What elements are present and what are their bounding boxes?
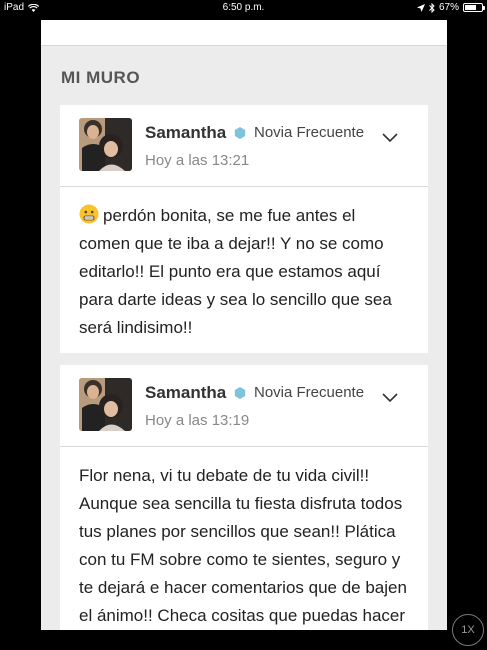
chevron-down-icon[interactable] bbox=[382, 133, 398, 143]
app-screen: MI MURO Samantha Novia Frecuente Hoy a l… bbox=[41, 20, 447, 630]
member-badge: Novia Frecuente bbox=[254, 384, 365, 401]
post-author[interactable]: Samantha bbox=[145, 123, 226, 143]
wall-post: Samantha Novia Frecuente Hoy a las 13:21… bbox=[60, 105, 428, 353]
member-badge: Novia Frecuente bbox=[254, 124, 365, 141]
post-timestamp: Hoy a las 13:19 bbox=[145, 412, 250, 429]
location-arrow-icon bbox=[416, 3, 425, 12]
bluetooth-icon bbox=[429, 2, 435, 13]
post-text: Flor nena, vi tu debate de tu vida civil… bbox=[79, 466, 407, 625]
battery-icon bbox=[463, 3, 485, 12]
post-timestamp: Hoy a las 13:21 bbox=[145, 152, 250, 169]
grimacing-emoji-icon bbox=[79, 204, 99, 224]
avatar[interactable] bbox=[79, 118, 132, 171]
top-strip bbox=[41, 20, 447, 46]
status-time: 6:50 p.m. bbox=[222, 2, 265, 13]
post-author[interactable]: Samantha bbox=[145, 383, 226, 403]
avatar[interactable] bbox=[79, 378, 132, 431]
section-title: MI MURO bbox=[61, 68, 141, 87]
status-bar: iPad 6:50 p.m. 67% bbox=[0, 0, 487, 16]
zoom-button[interactable]: 1X bbox=[452, 614, 484, 646]
wall-post: Samantha Novia Frecuente Hoy a las 13:19… bbox=[60, 365, 428, 630]
hexagon-badge-icon bbox=[234, 127, 246, 139]
post-body: perdón bonita, se me fue antes el comen … bbox=[60, 187, 428, 358]
hexagon-badge-icon bbox=[234, 387, 246, 399]
chevron-down-icon[interactable] bbox=[382, 393, 398, 403]
battery-percent: 67% bbox=[438, 2, 459, 13]
post-header: Samantha Novia Frecuente Hoy a las 13:19 bbox=[60, 365, 428, 447]
post-body: Flor nena, vi tu debate de tu vida civil… bbox=[60, 447, 428, 630]
post-text: perdón bonita, se me fue antes el comen … bbox=[79, 206, 392, 337]
post-header: Samantha Novia Frecuente Hoy a las 13:21 bbox=[60, 105, 428, 187]
